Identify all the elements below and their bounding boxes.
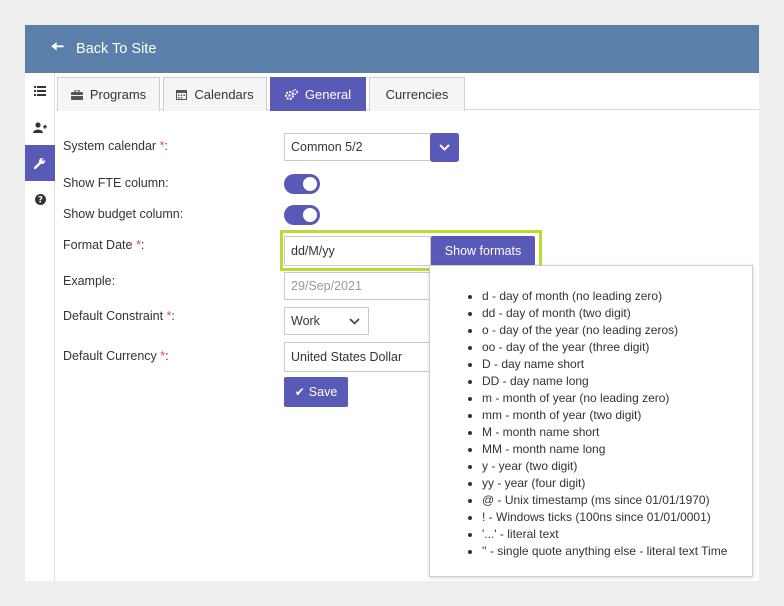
show-formats-button[interactable]: Show formats: [431, 236, 535, 266]
cogs-icon: [284, 89, 298, 100]
default-constraint-select[interactable]: Work: [284, 307, 369, 335]
back-to-site-link[interactable]: Back To Site: [76, 41, 156, 57]
arrow-left-icon[interactable]: 🠄: [51, 36, 64, 63]
example-value-field: 29/Sep/2021: [284, 272, 434, 300]
show-fte-toggle[interactable]: [284, 174, 320, 194]
briefcase-icon: [70, 89, 83, 100]
default-constraint-label: Default Constraint *:: [63, 309, 175, 323]
app-window: 🠄 Back To Site ? Programs Calendars Gene…: [25, 25, 759, 581]
tab-currencies[interactable]: Currencies: [369, 77, 465, 111]
sidebar: ?: [25, 73, 55, 581]
calendar-icon: [176, 90, 188, 100]
format-item: DD - day name long: [482, 373, 752, 390]
system-calendar-dropdown-button[interactable]: [430, 133, 459, 162]
formats-popover: d - day of month (no leading zero)dd - d…: [429, 265, 753, 577]
format-item: M - month name short: [482, 424, 752, 441]
show-budget-toggle[interactable]: [284, 205, 320, 225]
system-calendar-select[interactable]: Common 5/2: [284, 133, 459, 162]
format-item: oo - day of the year (three digit): [482, 339, 752, 356]
tab-calendars[interactable]: Calendars: [163, 77, 267, 111]
toggle-knob: [303, 208, 317, 222]
sidebar-item-settings[interactable]: [25, 145, 55, 181]
tab-bar: Programs Calendars General Currencies: [56, 77, 759, 111]
format-item: d - day of month (no leading zero): [482, 288, 752, 305]
format-item: D - day name short: [482, 356, 752, 373]
check-icon: ✔: [294, 385, 305, 399]
default-currency-label: Default Currency *:: [63, 349, 169, 363]
tab-programs[interactable]: Programs: [57, 77, 160, 111]
sidebar-item-list[interactable]: [25, 73, 55, 109]
format-date-label: Format Date *:: [63, 238, 145, 252]
question-circle-icon: ?: [34, 193, 46, 205]
format-item: @ - Unix timestamp (ms since 01/01/1970): [482, 492, 752, 509]
format-item: '' - single quote anything else - litera…: [482, 543, 752, 560]
show-budget-label: Show budget column:: [63, 207, 184, 221]
sidebar-item-users[interactable]: [25, 109, 55, 145]
system-calendar-label: System calendar *:: [63, 139, 168, 153]
format-item: yy - year (four digit): [482, 475, 752, 492]
format-item: '...' - literal text: [482, 526, 752, 543]
format-item: mm - month of year (two digit): [482, 407, 752, 424]
show-fte-label: Show FTE column:: [63, 176, 169, 190]
sidebar-item-help[interactable]: ?: [25, 181, 55, 217]
format-date-input[interactable]: dd/M/yy: [284, 236, 431, 266]
example-label: Example:: [63, 274, 116, 288]
default-currency-select[interactable]: United States Dollar: [284, 342, 434, 372]
chevron-down-icon: [439, 144, 450, 151]
format-item: m - month of year (no leading zero): [482, 390, 752, 407]
toggle-knob: [303, 177, 317, 191]
format-item: y - year (two digit): [482, 458, 752, 475]
svg-text:?: ?: [38, 195, 43, 205]
save-button[interactable]: ✔ Save: [284, 377, 348, 407]
format-item: dd - day of month (two digit): [482, 305, 752, 322]
chevron-down-icon: [349, 318, 360, 325]
format-item: o - day of the year (no leading zeros): [482, 322, 752, 339]
list-icon: [34, 86, 46, 96]
formats-list: d - day of month (no leading zero)dd - d…: [430, 266, 752, 560]
wrench-icon: [34, 158, 45, 169]
format-item: ! - Windows ticks (100ns since 01/01/000…: [482, 509, 752, 526]
top-bar: 🠄 Back To Site: [25, 25, 759, 73]
format-item: MM - month name long: [482, 441, 752, 458]
user-plus-icon: [33, 121, 47, 133]
tab-general[interactable]: General: [270, 77, 366, 111]
